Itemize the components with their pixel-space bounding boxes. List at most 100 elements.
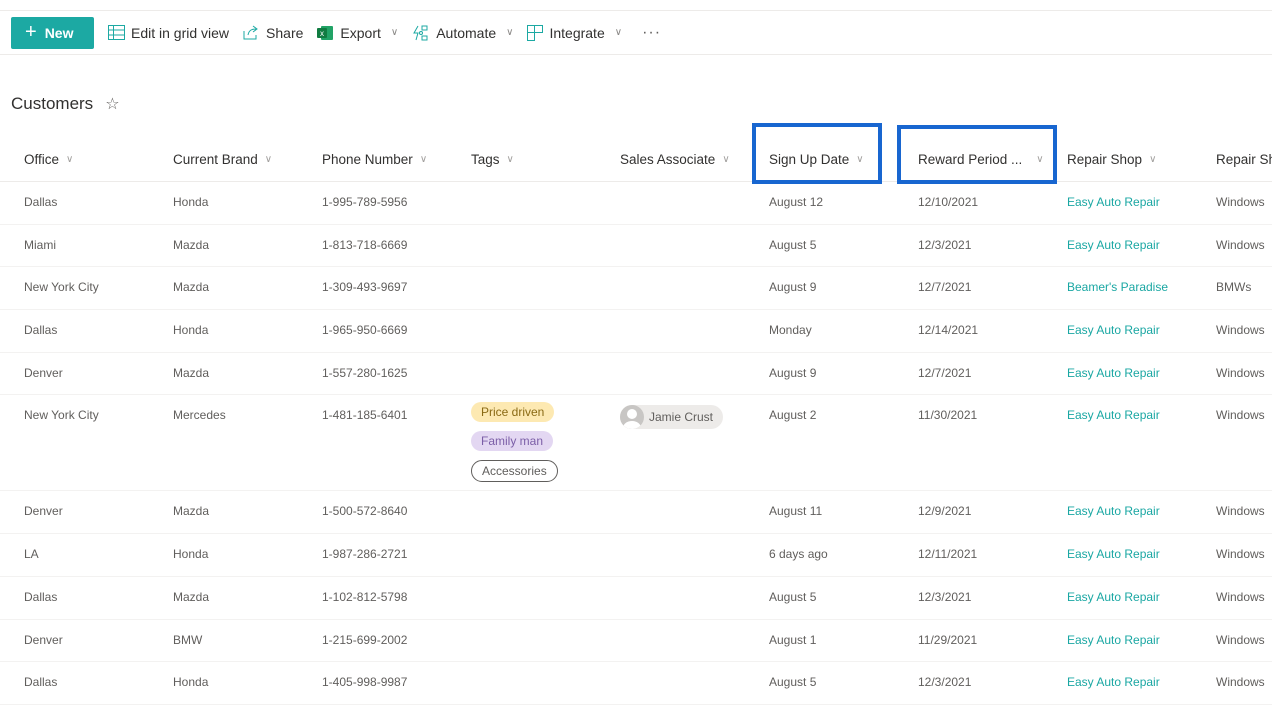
tag-pill[interactable]: Price driven: [471, 402, 555, 423]
list-title: Customers ☆: [11, 94, 120, 114]
cell-phone-number: 1-557-280-1625: [322, 365, 408, 380]
cell-phone-number: 1-405-998-9987: [322, 675, 408, 690]
new-button[interactable]: + New: [11, 16, 94, 49]
column-header-reward-period[interactable]: Reward Period ... ∨: [894, 138, 1044, 181]
cell-current-brand: Honda: [173, 675, 209, 690]
column-header-office[interactable]: Office ∨: [0, 138, 149, 181]
export-button[interactable]: x Export ∨: [317, 17, 398, 49]
tag-pill[interactable]: Accessories: [471, 460, 558, 483]
cell-repair-shop-link[interactable]: Easy Auto Repair: [1043, 310, 1192, 337]
edit-grid-view-button[interactable]: Edit in grid view: [108, 17, 229, 49]
cell-reward-period: 12/11/2021: [918, 547, 978, 562]
share-button[interactable]: Share: [243, 17, 303, 49]
cell-repair-shop-link[interactable]: Easy Auto Repair: [1043, 491, 1192, 518]
integrate-label: Integrate: [549, 24, 605, 41]
automate-label: Automate: [436, 24, 497, 41]
cell-sign-up-date: August 2: [769, 408, 817, 423]
cell-tags: Price driven Family man Accessories: [447, 395, 596, 483]
column-header-current-brand[interactable]: Current Brand ∨: [149, 138, 298, 181]
cell-tags: [447, 620, 596, 633]
cell-repair-shop-2: Windows: [1216, 632, 1265, 647]
tag-pill[interactable]: Family man: [471, 431, 554, 452]
table-row[interactable]: Denver Mazda 1-500-572-8640 August 11 12/9/2…: [0, 491, 1272, 535]
cell-tags: [447, 491, 596, 504]
integrate-button[interactable]: Integrate ∨: [527, 17, 622, 49]
cell-current-brand: Mazda: [173, 237, 210, 252]
person-name: Jamie Crust: [649, 410, 714, 425]
cell-current-brand: Honda: [173, 195, 209, 209]
cell-sign-up-date: 6 days ago: [769, 547, 828, 562]
cell-repair-shop-link[interactable]: Easy Auto Repair: [1043, 395, 1192, 422]
chevron-down-icon: ∨: [419, 154, 428, 165]
cell-repair-shop-2: Windows: [1216, 365, 1265, 380]
cell-repair-shop-2: Windows: [1216, 547, 1265, 562]
cell-sales-associate: [596, 577, 745, 590]
cell-tags: [447, 577, 596, 590]
table-row[interactable]: Dallas Honda 1-995-789-5956 August 12 12/10/…: [0, 182, 1272, 225]
more-options-icon[interactable]: ···: [642, 24, 661, 42]
favorite-star-icon[interactable]: ☆: [105, 94, 119, 114]
table-row[interactable]: Denver Mazda 1-557-280-1625 August 9 12/7/20…: [0, 353, 1272, 396]
edit-grid-view-label: Edit in grid view: [131, 24, 230, 41]
cell-reward-period: 12/3/2021: [918, 675, 972, 690]
cell-phone-number: 1-102-812-5798: [322, 589, 408, 604]
cell-sales-associate: [596, 491, 745, 504]
cell-current-brand: Mazda: [173, 280, 210, 295]
excel-icon: x: [317, 25, 334, 40]
cell-repair-shop-2: BMWs: [1216, 280, 1252, 295]
automate-icon: [413, 25, 428, 40]
grid-icon: [108, 25, 125, 40]
cell-tags: [447, 534, 596, 547]
cell-office: Miami: [24, 237, 56, 252]
cell-repair-shop-2: Windows: [1216, 237, 1265, 252]
column-header-phone-number[interactable]: Phone Number ∨: [298, 138, 447, 181]
command-bar: + New Edit in grid view Share x Export ∨…: [0, 11, 1272, 55]
column-header-tags[interactable]: Tags ∨: [447, 138, 596, 181]
cell-sign-up-date: August 11: [769, 504, 823, 519]
column-header-repair-shop-2[interactable]: Repair Sh: [1192, 138, 1272, 181]
table-row[interactable]: Denver BMW 1-215-699-2002 August 1 11/29/202…: [0, 620, 1272, 663]
column-header-sign-up-date[interactable]: Sign Up Date ∨: [745, 138, 894, 181]
cell-sales-associate: [596, 620, 745, 633]
cell-sales-associate: [596, 310, 745, 323]
column-header-sales-associate[interactable]: Sales Associate ∨: [596, 138, 745, 181]
table-row[interactable]: Miami Mazda 1-813-718-6669 August 5 12/3/202…: [0, 225, 1272, 268]
cell-repair-shop-link[interactable]: Easy Auto Repair: [1043, 182, 1192, 209]
chevron-down-icon: ∨: [264, 154, 273, 165]
cell-office: Denver: [24, 365, 63, 380]
table-row[interactable]: LA Honda 1-987-286-2721 6 days ago 12/11/202…: [0, 534, 1272, 577]
table-row[interactable]: New York City Mazda 1-309-493-9697 August 9…: [0, 267, 1272, 311]
cell-repair-shop-link[interactable]: Easy Auto Repair: [1043, 353, 1192, 380]
cell-tags: [447, 225, 596, 238]
page-title: Customers: [11, 94, 94, 113]
cell-sign-up-date: August 9: [769, 365, 817, 380]
cell-repair-shop-link[interactable]: Beamer's Paradise: [1043, 267, 1192, 294]
table-row[interactable]: Dallas Honda 1-405-998-9987 August 5 12/3/20…: [0, 662, 1272, 705]
cell-reward-period: 12/10/2021: [918, 195, 979, 209]
cell-repair-shop-link[interactable]: Easy Auto Repair: [1043, 662, 1192, 689]
table-row[interactable]: Dallas Mazda 1-102-812-5798 August 5 12/3/20…: [0, 577, 1272, 620]
person-pill[interactable]: Jamie Crust: [620, 405, 724, 430]
cell-current-brand: Mazda: [173, 365, 210, 380]
svg-text:x: x: [320, 29, 324, 38]
cell-reward-period: 12/14/2021: [918, 323, 979, 338]
cell-reward-period: 12/7/2021: [918, 280, 972, 295]
cell-current-brand: Mazda: [173, 589, 210, 604]
cell-repair-shop-2: Windows: [1216, 408, 1265, 423]
cell-repair-shop-link[interactable]: Easy Auto Repair: [1043, 620, 1192, 647]
chevron-down-icon: ∨: [390, 27, 399, 38]
column-header-repair-shop[interactable]: Repair Shop ∨: [1043, 138, 1192, 181]
cell-sign-up-date: August 5: [769, 237, 817, 252]
cell-office: Denver: [24, 632, 63, 647]
table-row[interactable]: New York City Mercedes 1-481-185-6401 Price…: [0, 395, 1272, 492]
cell-repair-shop-link[interactable]: Easy Auto Repair: [1043, 577, 1192, 604]
cell-repair-shop-2: Windows: [1216, 504, 1265, 519]
column-header-label: Reward Period ...: [918, 152, 1023, 167]
export-label: Export: [340, 24, 381, 41]
table-row[interactable]: Dallas Honda 1-965-950-6669 Monday 12/14/202…: [0, 310, 1272, 353]
automate-button[interactable]: Automate ∨: [412, 17, 513, 49]
cell-repair-shop-link[interactable]: Easy Auto Repair: [1043, 225, 1192, 252]
cell-sales-associate: Jamie Crust: [596, 395, 745, 434]
cell-repair-shop-link[interactable]: Easy Auto Repair: [1043, 534, 1192, 561]
chevron-down-icon: ∨: [66, 154, 74, 165]
